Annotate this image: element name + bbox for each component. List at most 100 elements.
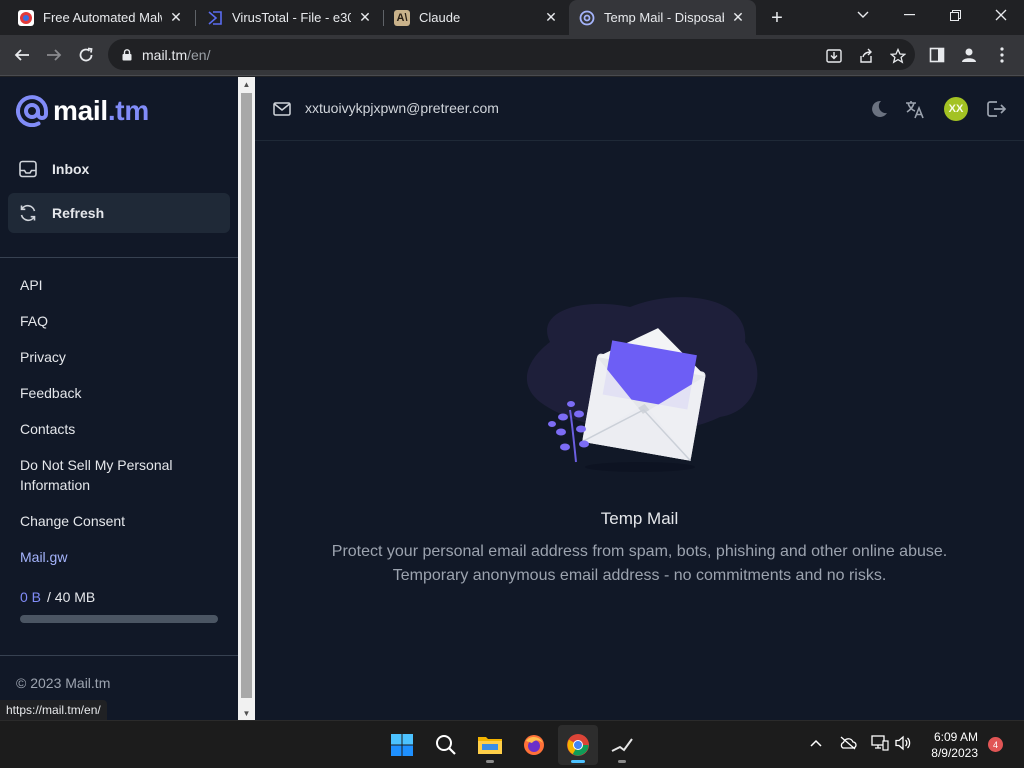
- profile-icon[interactable]: [957, 43, 981, 67]
- hero-title: Temp Mail: [600, 509, 679, 528]
- forward-button[interactable]: [40, 41, 68, 69]
- quota-total: / 40 MB: [47, 589, 96, 605]
- main-content: xxtuoivykpjxpwn@pretreer.com XX Temp Mai…: [255, 77, 1024, 720]
- start-button[interactable]: [382, 725, 422, 765]
- logout-icon[interactable]: [984, 97, 1008, 121]
- browser-tab-strip: Free Automated Malwa ✕ VirusTotal - File…: [0, 0, 1024, 35]
- link-contacts[interactable]: Contacts: [20, 419, 75, 439]
- link-change-consent[interactable]: Change Consent: [20, 511, 125, 531]
- browser-menu-icon[interactable]: [990, 43, 1014, 67]
- reload-button[interactable]: [72, 41, 100, 69]
- hero-description-line1: Protect your personal email address from…: [331, 543, 948, 560]
- onedrive-offline-icon[interactable]: [838, 733, 858, 753]
- sidebar-scrollbar[interactable]: ▲ ▼: [238, 77, 255, 720]
- running-indicator: [618, 760, 626, 763]
- running-indicator: [486, 760, 494, 763]
- lock-icon[interactable]: [120, 48, 134, 62]
- virustotal-icon: [207, 10, 223, 26]
- clock-date: 8/9/2023: [931, 746, 978, 760]
- taskbar-file-explorer[interactable]: [470, 725, 510, 765]
- status-bar-url: https://mail.tm/en/: [0, 700, 107, 720]
- folder-icon: [478, 737, 502, 754]
- tab-separator: [195, 10, 196, 26]
- at-sign-logo-icon: [16, 95, 48, 127]
- active-indicator: [571, 760, 585, 763]
- clock-time: 6:09 AM: [933, 730, 978, 744]
- tab-search-chevron-icon[interactable]: [840, 0, 886, 30]
- scroll-down-arrow-icon[interactable]: ▼: [238, 706, 255, 720]
- refresh-icon: [18, 203, 38, 223]
- dark-mode-moon-icon[interactable]: [867, 97, 891, 121]
- close-window-button[interactable]: [978, 0, 1024, 30]
- minimize-button[interactable]: [886, 0, 932, 30]
- language-translate-icon[interactable]: [903, 97, 927, 121]
- taskbar-terminal-app[interactable]: [602, 725, 642, 765]
- share-icon[interactable]: [856, 46, 876, 66]
- sidebar-item-label: Refresh: [52, 205, 105, 221]
- new-tab-button[interactable]: +: [764, 5, 790, 31]
- side-panel-icon[interactable]: [925, 43, 949, 67]
- inbox-icon: [18, 159, 38, 179]
- browser-toolbar: mail.tm/en/: [0, 35, 1024, 76]
- bookmark-star-icon[interactable]: [888, 46, 908, 66]
- system-clock[interactable]: 6:09 AM 8/9/2023: [918, 729, 978, 761]
- url-host: mail.tm: [142, 46, 188, 63]
- email-address[interactable]: xxtuoivykpjxpwn@pretreer.com: [305, 100, 499, 116]
- tab-title: Temp Mail - Disposable: [604, 10, 724, 25]
- link-api[interactable]: API: [20, 275, 43, 295]
- windows-logo-icon: [391, 734, 413, 756]
- show-hidden-icons-chevron-icon[interactable]: [806, 733, 826, 753]
- sidebar-item-label: Inbox: [52, 161, 90, 177]
- storage-quota: 0 B / 40 MB: [20, 589, 95, 605]
- close-tab-icon[interactable]: ✕: [168, 9, 184, 26]
- mailtm-favicon: [579, 10, 595, 26]
- tab-title: VirusTotal - File - e30fc: [232, 10, 351, 25]
- logo-text: mail.tm: [53, 95, 149, 127]
- link-faq[interactable]: FAQ: [20, 311, 48, 331]
- avatar[interactable]: XX: [944, 97, 968, 121]
- taskbar-chrome[interactable]: [558, 725, 598, 765]
- scrollbar-thumb[interactable]: [241, 93, 252, 698]
- link-privacy[interactable]: Privacy: [20, 347, 66, 367]
- tab-hybrid-analysis[interactable]: Free Automated Malwa ✕: [8, 0, 194, 35]
- close-tab-icon[interactable]: ✕: [357, 9, 373, 26]
- tab-virustotal[interactable]: VirusTotal - File - e30fc ✕: [197, 0, 383, 35]
- chrome-icon: [567, 734, 589, 756]
- mailtm-logo[interactable]: mail.tm: [16, 95, 149, 127]
- logo-tld-text: .tm: [107, 95, 149, 126]
- hero-description-line2: Temporary anonymous email address - no c…: [392, 567, 887, 584]
- mail-icon: [273, 102, 291, 116]
- close-tab-icon[interactable]: ✕: [730, 9, 746, 26]
- restore-button[interactable]: [932, 0, 978, 30]
- tab-claude[interactable]: A\ Claude ✕: [384, 0, 569, 35]
- quota-used: 0 B: [20, 589, 42, 605]
- sidebar-divider: [0, 655, 238, 656]
- hybrid-analysis-icon: [18, 9, 34, 26]
- logo-main-text: mail: [53, 95, 108, 126]
- link-mail-gw[interactable]: Mail.gw: [20, 547, 67, 567]
- copyright-text: © 2023 Mail.tm: [16, 675, 111, 691]
- link-do-not-sell[interactable]: Do Not Sell My Personal Information: [20, 455, 210, 495]
- address-bar[interactable]: mail.tm/en/: [108, 39, 915, 70]
- sidebar: mail.tm Inbox Refresh API FAQ Privacy Fe…: [0, 77, 238, 720]
- link-feedback[interactable]: Feedback: [20, 383, 81, 403]
- back-button[interactable]: [8, 41, 36, 69]
- install-app-icon[interactable]: [824, 46, 844, 66]
- network-icon[interactable]: [870, 733, 890, 753]
- close-tab-icon[interactable]: ✕: [543, 9, 559, 26]
- sidebar-item-refresh[interactable]: Refresh: [8, 193, 230, 233]
- scroll-up-arrow-icon[interactable]: ▲: [238, 77, 255, 91]
- web-page: mail.tm Inbox Refresh API FAQ Privacy Fe…: [0, 77, 1024, 720]
- sidebar-item-inbox[interactable]: Inbox: [8, 149, 230, 189]
- taskbar-firefox[interactable]: [514, 725, 554, 765]
- taskbar-search-button[interactable]: [426, 725, 466, 765]
- firefox-icon: [524, 735, 544, 755]
- quota-progress-bar: [20, 615, 218, 623]
- terminal-app-icon: [611, 738, 633, 752]
- url-path: /en/: [187, 46, 211, 63]
- claude-icon: A\: [394, 9, 410, 26]
- tab-temp-mail[interactable]: Temp Mail - Disposable ✕: [569, 0, 756, 35]
- notification-badge[interactable]: 4: [988, 737, 1003, 752]
- tab-title: Claude: [419, 10, 461, 25]
- volume-icon[interactable]: [893, 733, 913, 753]
